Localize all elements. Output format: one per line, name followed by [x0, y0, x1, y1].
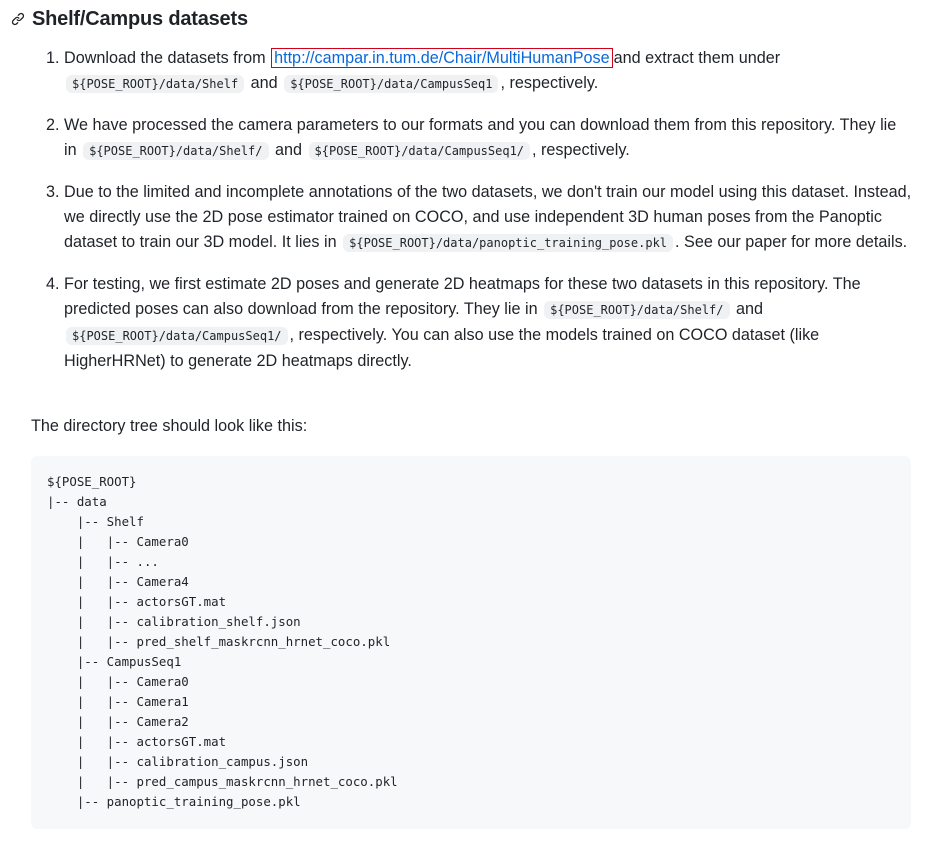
steps-list: 1. Download the datasets from http://cam… — [32, 46, 912, 390]
step-number: 3. — [46, 183, 60, 201]
path-code: ${POSE_ROOT}/data/CampusSeq1 — [284, 75, 499, 93]
list-item: 4. For testing, we first estimate 2D pos… — [32, 272, 912, 374]
dataset-link[interactable]: http://campar.in.tum.de/Chair/MultiHuman… — [271, 48, 613, 68]
step-text: Download the datasets from — [64, 49, 266, 67]
step-number: 2. — [46, 116, 60, 134]
directory-tree-block: ${POSE_ROOT} |-- data |-- Shelf | |-- Ca… — [31, 456, 911, 829]
list-item: 2. We have processed the camera paramete… — [32, 113, 912, 164]
step-number: 1. — [46, 49, 60, 67]
step-text: and extract them under — [613, 49, 781, 67]
path-code: ${POSE_ROOT}/data/CampusSeq1/ — [308, 142, 531, 160]
step-text: , respectively. — [532, 141, 630, 159]
step-text: and — [275, 141, 303, 159]
list-item: 3. Due to the limited and incomplete ann… — [32, 180, 912, 256]
path-code: ${POSE_ROOT}/data/Shelf — [66, 75, 245, 93]
step-text: . See our paper for more details. — [675, 233, 908, 251]
section-heading: Shelf/Campus datasets — [10, 4, 248, 34]
step-text: and — [736, 300, 764, 318]
page-title: Shelf/Campus datasets — [32, 7, 248, 30]
directory-intro: The directory tree should look like this… — [31, 417, 308, 435]
step-text: and — [250, 74, 278, 92]
path-code: ${POSE_ROOT}/data/panoptic_training_pose… — [343, 234, 674, 252]
list-item: 1. Download the datasets from http://cam… — [32, 46, 912, 97]
path-code: ${POSE_ROOT}/data/CampusSeq1/ — [66, 327, 288, 345]
path-code: ${POSE_ROOT}/data/Shelf/ — [83, 142, 269, 160]
path-code: ${POSE_ROOT}/data/Shelf/ — [544, 301, 730, 319]
step-number: 4. — [46, 275, 60, 293]
link-icon[interactable] — [10, 11, 26, 27]
directory-tree: ${POSE_ROOT} |-- data |-- Shelf | |-- Ca… — [47, 474, 398, 809]
step-text: , respectively. — [500, 74, 599, 92]
